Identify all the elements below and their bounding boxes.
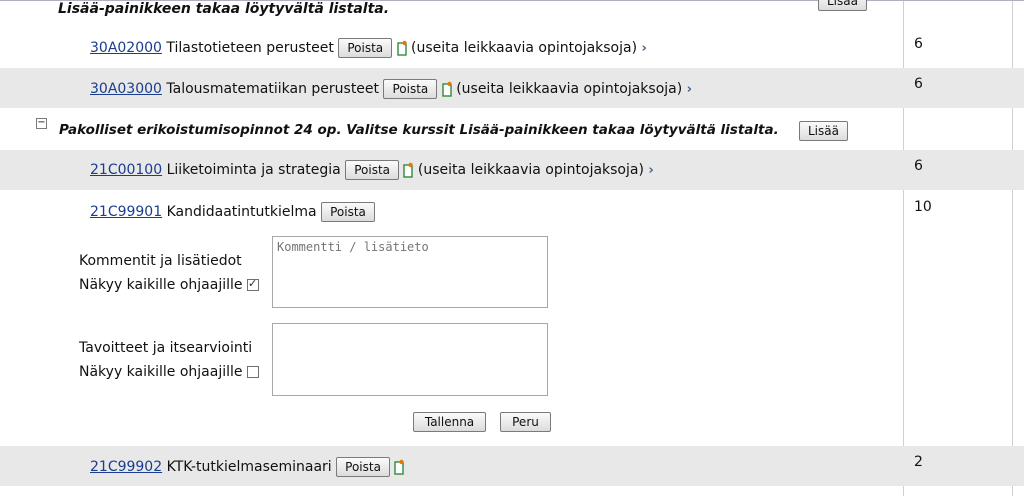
course-entry: 21C99901 Kandidaatintutkielma Poista — [90, 202, 375, 222]
expand-chevron-icon[interactable]: › — [648, 163, 653, 178]
save-button[interactable]: Tallenna — [413, 412, 486, 432]
course-entry: 21C99902 KTK-tutkielmaseminaari Poista — [90, 457, 405, 477]
course-code-link[interactable]: 21C99902 — [90, 459, 162, 475]
overlap-document-icon[interactable] — [442, 81, 452, 97]
overlap-note: (useita leikkaavia opintojaksoja) — [411, 40, 638, 56]
overlap-note: (useita leikkaavia opintojaksoja) — [456, 81, 683, 97]
goals-visible-checkbox[interactable] — [246, 366, 259, 378]
visibility-label: Näkyy kaikille ohjaajille — [79, 277, 243, 293]
goals-visibility-row: Näkyy kaikille ohjaajille — [79, 364, 259, 380]
section-title-fragment: Lisää-painikkeen takaa löytyvältä listal… — [58, 1, 390, 17]
overlap-document-icon[interactable] — [396, 40, 407, 56]
section-header-fragment: Lisää-painikkeen takaa löytyvältä listal… — [0, 0, 1024, 27]
overlap-document-icon[interactable] — [394, 459, 405, 475]
course-code-link[interactable]: 21C99901 — [90, 204, 162, 220]
credits-value: 10 — [914, 199, 932, 215]
course-row: 21C00100 Liiketoiminta ja strategia Pois… — [0, 150, 1024, 190]
add-button[interactable]: Lisää — [799, 121, 848, 141]
remove-button[interactable]: Poista — [345, 160, 400, 180]
expand-chevron-icon[interactable]: › — [687, 82, 692, 97]
course-entry: 30A03000 Talousmatematiikan perusteet Po… — [90, 79, 692, 99]
course-entry: 30A02000 Tilastotieteen perusteet Poista… — [90, 38, 647, 58]
remove-button[interactable]: Poista — [321, 202, 375, 222]
course-entry: 21C00100 Liiketoiminta ja strategia Pois… — [90, 160, 654, 180]
course-row: 30A03000 Talousmatematiikan perusteet Po… — [0, 68, 1024, 108]
thesis-block: 21C99901 Kandidaatintutkielma Poista 10 … — [0, 190, 1024, 446]
section-header: − Pakolliset erikoistumisopinnot 24 op. … — [0, 110, 1024, 150]
course-code-link[interactable]: 30A02000 — [90, 40, 162, 56]
overlap-note: (useita leikkaavia opintojaksoja) — [417, 162, 644, 178]
overlap-document-icon[interactable] — [403, 162, 414, 178]
section-title: Pakolliset erikoistumisopinnot 24 op. Va… — [59, 122, 779, 138]
course-row: 21C99902 KTK-tutkielmaseminaari Poista 2 — [0, 446, 1024, 486]
goals-label: Tavoitteet ja itsearviointi — [79, 340, 253, 356]
course-name: Tilastotieteen perusteet — [166, 40, 334, 56]
add-button[interactable]: Lisää — [818, 0, 867, 11]
expand-chevron-icon[interactable]: › — [642, 41, 647, 56]
visibility-label: Näkyy kaikille ohjaajille — [79, 364, 243, 380]
remove-button[interactable]: Poista — [383, 79, 438, 99]
cancel-button[interactable]: Peru — [500, 412, 551, 432]
remove-button[interactable]: Poista — [338, 38, 393, 58]
credits-value: 2 — [914, 454, 923, 470]
course-code-link[interactable]: 30A03000 — [90, 81, 162, 97]
course-name: Kandidaatintutkielma — [166, 204, 317, 220]
goals-textarea[interactable] — [272, 323, 548, 396]
comments-visible-checkbox[interactable] — [246, 277, 259, 291]
credits-value: 6 — [914, 76, 923, 92]
course-row: 30A02000 Tilastotieteen perusteet Poista… — [0, 27, 1024, 67]
collapse-toggle-icon[interactable]: − — [36, 118, 47, 129]
credits-value: 6 — [914, 36, 923, 52]
comments-label: Kommentit ja lisätiedot — [79, 253, 242, 269]
credits-value: 6 — [914, 158, 923, 174]
comments-textarea[interactable] — [272, 236, 548, 308]
course-code-link[interactable]: 21C00100 — [90, 162, 162, 178]
course-name: Liiketoiminta ja strategia — [166, 162, 341, 178]
comments-visibility-row: Näkyy kaikille ohjaajille — [79, 277, 259, 293]
course-name: Talousmatematiikan perusteet — [166, 81, 380, 97]
course-name: KTK-tutkielmaseminaari — [166, 459, 332, 475]
remove-button[interactable]: Poista — [336, 457, 390, 477]
